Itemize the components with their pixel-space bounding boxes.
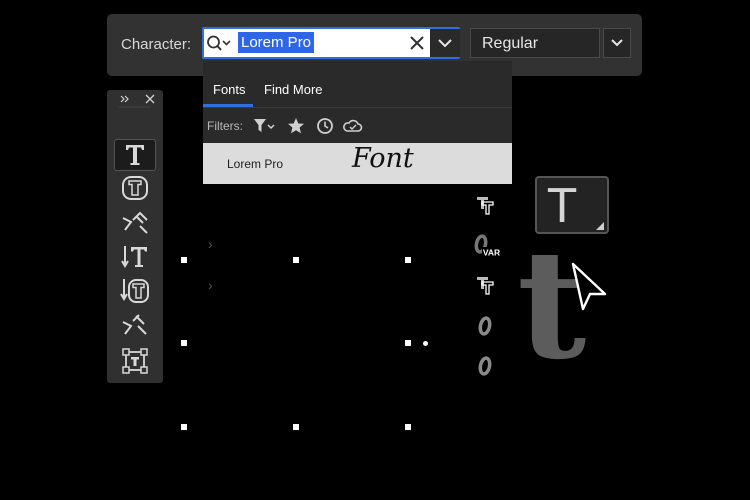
vertical-type-tool-icon xyxy=(121,246,147,268)
bounding-box-handle[interactable] xyxy=(181,257,187,263)
bounding-box-handle[interactable] xyxy=(293,257,299,263)
search-icon[interactable] xyxy=(206,34,232,54)
font-search-input[interactable]: Lorem Pro xyxy=(238,32,315,53)
close-icon[interactable] xyxy=(145,94,155,104)
vertical-type-mask-tool[interactable] xyxy=(114,275,156,307)
cloud-icon[interactable] xyxy=(342,116,366,136)
horizontal-type-tool[interactable] xyxy=(114,139,156,171)
opentype-font-icon xyxy=(472,314,498,338)
vertical-type-on-path-tool-icon xyxy=(122,314,147,335)
star-icon[interactable] xyxy=(286,116,310,136)
cursor-arrow-icon xyxy=(571,262,607,311)
truetype-font-icon xyxy=(472,274,498,298)
close-icon[interactable] xyxy=(408,34,426,52)
reference-point xyxy=(423,341,428,346)
font-style-value[interactable]: Regular xyxy=(482,35,538,53)
vertical-type-mask-tool-icon xyxy=(120,279,149,303)
vertical-type-on-path-tool[interactable] xyxy=(114,310,156,342)
tab-find-more[interactable]: Find More xyxy=(264,82,323,97)
font-dropdown-button[interactable] xyxy=(430,29,460,57)
text-frame-tool[interactable] xyxy=(114,345,156,377)
bounding-box-handle[interactable] xyxy=(405,257,411,263)
variable-font-icon: VAR xyxy=(472,233,501,258)
text-frame-tool-icon xyxy=(122,348,148,374)
truetype-font-icon xyxy=(472,194,498,218)
font-result-name[interactable]: Lorem Pro xyxy=(227,157,283,171)
horizontal-type-tool-icon xyxy=(126,145,144,165)
font-style-dropdown-button[interactable] xyxy=(603,28,631,58)
type-on-path-tool-icon xyxy=(122,211,148,234)
vertical-type-tool[interactable] xyxy=(114,241,156,273)
clock-icon[interactable] xyxy=(315,116,339,136)
horizontal-type-mask-tool-icon xyxy=(122,176,148,200)
opentype-font-icon xyxy=(472,354,498,378)
horizontal-type-mask-tool[interactable] xyxy=(114,172,156,204)
variable-badge: VAR xyxy=(483,248,500,258)
panel-header[interactable] xyxy=(107,90,163,108)
bounding-box-handle[interactable] xyxy=(405,340,411,346)
chevron-right-icon: › xyxy=(208,236,213,252)
filters-label: Filters: xyxy=(207,119,243,133)
bounding-box-handle[interactable] xyxy=(181,424,187,430)
chevron-down-icon xyxy=(438,39,452,48)
bounding-box-handle[interactable] xyxy=(293,424,299,430)
chevron-down-icon xyxy=(611,39,623,47)
type-on-path-tool[interactable] xyxy=(114,206,156,238)
bounding-box-handle[interactable] xyxy=(181,340,187,346)
divider xyxy=(203,107,512,108)
corner-triangle-icon xyxy=(596,222,604,230)
collapse-icon[interactable] xyxy=(120,95,129,103)
font-result-preview: Font xyxy=(352,143,414,174)
chevron-right-icon: › xyxy=(208,277,213,293)
bounding-box-handle[interactable] xyxy=(405,424,411,430)
tab-fonts[interactable]: Fonts xyxy=(213,82,246,97)
character-label: Character: xyxy=(121,36,192,53)
filter-icon[interactable] xyxy=(252,116,276,136)
